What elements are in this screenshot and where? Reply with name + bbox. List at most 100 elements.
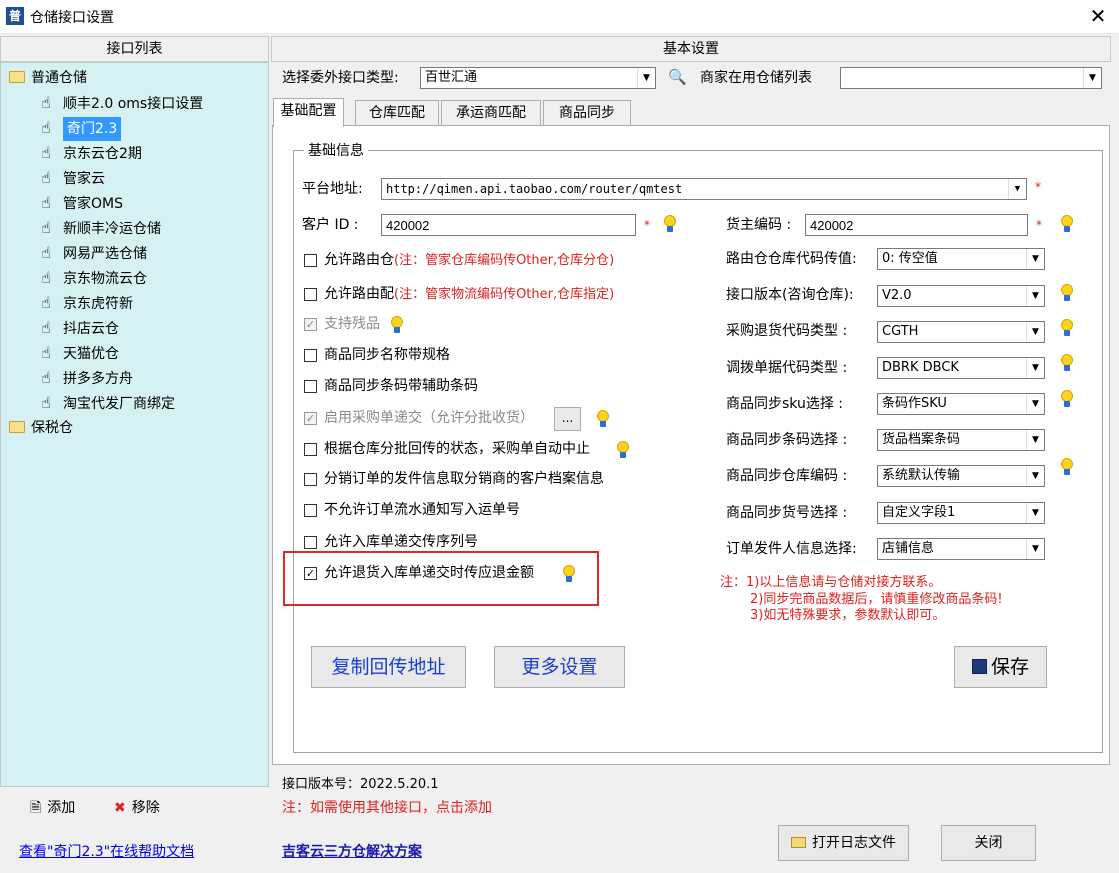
interface-type-select[interactable]: 百世汇通 ▼ — [420, 67, 656, 89]
tree-item-sf-cold[interactable]: ☝ 新顺丰冷运仓储 — [37, 216, 161, 240]
purchase-return-select[interactable]: CGTH ▼ — [877, 321, 1045, 343]
add-label: 添加 — [47, 800, 76, 816]
note-line-2: 2)同步完商品数据后，请慎重修改商品条码! — [750, 592, 1003, 607]
inbound-serial-label: 允许入库单递交传序列号 — [324, 534, 478, 550]
allow-route-warehouse-checkbox[interactable] — [304, 254, 317, 267]
interface-tree[interactable]: 普通仓储 ☝ 顺丰2.0 oms接口设置 ☝ 奇门2.3 ☝ 京东云仓2期 ☝ 管家云 … — [0, 62, 269, 787]
no-waybill-label: 不允许订单流水通知写入运单号 — [324, 502, 520, 518]
tree-label: 网易严选仓储 — [63, 246, 147, 262]
search-icon[interactable]: 🔍 — [668, 68, 688, 88]
check-label: 允许路由配 — [324, 286, 394, 302]
document-icon: 🗎 — [30, 800, 42, 816]
remove-button[interactable]: ✖ 移除 — [114, 798, 160, 818]
tree-folder-normal[interactable]: 普通仓储 — [9, 66, 87, 90]
sync-warehouse-select[interactable]: 系统默认传输 ▼ — [877, 465, 1045, 487]
lightbulb-icon[interactable] — [1061, 354, 1073, 372]
tree-folder-bonded[interactable]: 保税仓 — [9, 416, 73, 440]
hand-icon: ☝ — [41, 293, 51, 312]
sku-select-label: 商品同步sku选择 : — [726, 396, 844, 412]
barcode-select[interactable]: 货品档案条码 ▼ — [877, 429, 1045, 451]
auto-stop-purchase-label: 根据仓库分批回传的状态，采购单自动中止 — [324, 441, 590, 457]
lightbulb-icon[interactable] — [1061, 319, 1073, 337]
sync-name-spec-label: 商品同步名称带规格 — [324, 347, 450, 363]
required-mark: * — [1035, 180, 1041, 194]
owner-code-label: 货主编码 : — [726, 217, 792, 233]
lightbulb-icon[interactable] — [1061, 458, 1073, 476]
tree-item-sf[interactable]: ☝ 顺丰2.0 oms接口设置 — [37, 91, 203, 115]
hand-icon: ☝ — [41, 318, 51, 337]
lightbulb-icon[interactable] — [597, 410, 609, 428]
lightbulb-icon[interactable] — [1061, 215, 1073, 233]
chevron-down-icon: ▼ — [637, 68, 655, 88]
sender-info-value: 店铺信息 — [882, 541, 935, 556]
item-no-select[interactable]: 自定义字段1 ▼ — [877, 502, 1045, 524]
tab-warehouse-match[interactable]: 仓库匹配 — [355, 100, 439, 126]
lightbulb-icon[interactable] — [617, 441, 629, 459]
hand-icon: ☝ — [41, 118, 51, 137]
platform-address-value: http://qimen.api.taobao.com/router/qmtes… — [386, 182, 683, 196]
folder-icon — [9, 71, 25, 83]
sku-select[interactable]: 条码作SKU ▼ — [877, 393, 1045, 415]
item-no-value: 自定义字段1 — [882, 505, 956, 520]
group-title: 基础信息 — [304, 140, 368, 160]
tree-item-guanjia-cloud[interactable]: ☝ 管家云 — [37, 166, 105, 190]
help-doc-link[interactable]: 查看"奇门2.3"在线帮助文档 — [19, 841, 194, 861]
tab-basic-config[interactable]: 基础配置 — [273, 98, 344, 127]
more-settings-button[interactable]: 更多设置 — [494, 646, 625, 688]
lightbulb-icon[interactable] — [391, 316, 403, 334]
tree-item-jd-hufu[interactable]: ☝ 京东虎符新 — [37, 291, 133, 315]
auto-stop-purchase-checkbox[interactable] — [304, 443, 317, 456]
open-log-button[interactable]: 打开日志文件 — [778, 825, 909, 861]
app-icon: 普 — [6, 7, 24, 25]
customer-id-input[interactable] — [381, 214, 636, 236]
hand-icon: ☝ — [41, 218, 51, 237]
tree-item-qimen[interactable]: ☝ 奇门2.3 — [37, 116, 122, 141]
no-waybill-checkbox[interactable] — [304, 504, 317, 517]
close-button[interactable]: 关闭 — [941, 825, 1036, 861]
lightbulb-icon[interactable] — [1061, 390, 1073, 408]
lightbulb-icon[interactable] — [1061, 284, 1073, 302]
allow-route-carrier-checkbox[interactable] — [304, 288, 317, 301]
lightbulb-icon[interactable] — [664, 215, 676, 233]
tab-carrier-match[interactable]: 承运商匹配 — [441, 100, 541, 126]
sync-warehouse-value: 系统默认传输 — [882, 468, 961, 483]
api-version-select[interactable]: V2.0 ▼ — [877, 285, 1045, 307]
transfer-code-select[interactable]: DBRK DBCK ▼ — [877, 357, 1045, 379]
tab-product-sync[interactable]: 商品同步 — [543, 100, 631, 126]
copy-callback-url-button[interactable]: 复制回传地址 — [311, 646, 466, 688]
route-code-select[interactable]: 0: 传空值 ▼ — [877, 248, 1045, 270]
warehouse-list-select[interactable]: ▼ — [840, 67, 1102, 89]
sync-aux-barcode-checkbox[interactable] — [304, 380, 317, 393]
close-window-button[interactable]: ✕ — [1086, 4, 1110, 28]
inbound-serial-checkbox[interactable] — [304, 536, 317, 549]
allow-route-warehouse-label: 允许路由仓(注：管家仓库编码传Other,仓库分仓) — [324, 250, 614, 271]
owner-code-input[interactable] — [805, 214, 1028, 236]
interface-type-value: 百世汇通 — [425, 70, 478, 85]
tree-item-douyin[interactable]: ☝ 抖店云仓 — [37, 316, 119, 340]
ellipsis-button[interactable]: ... — [554, 407, 581, 431]
chevron-down-icon: ▼ — [1026, 539, 1044, 559]
tree-item-jd-logistics[interactable]: ☝ 京东物流云仓 — [37, 266, 147, 290]
add-button[interactable]: 🗎 添加 — [30, 798, 75, 818]
purchase-submit-label: 启用采购单递交（允许分批收货） — [324, 410, 534, 426]
tree-item-pdd[interactable]: ☝ 拼多多方舟 — [37, 366, 133, 390]
purchase-submit-checkbox[interactable]: ✓ — [304, 412, 317, 425]
tree-item-jd-cloud[interactable]: ☝ 京东云仓2期 — [37, 141, 142, 165]
tree-item-tmall[interactable]: ☝ 天猫优仓 — [37, 341, 119, 365]
warehouse-list-label: 商家在用仓储列表 — [700, 70, 812, 86]
solution-link[interactable]: 吉客云三方仓解决方案 — [282, 841, 422, 861]
chevron-down-icon: ▼ — [1026, 466, 1044, 486]
support-defective-checkbox[interactable]: ✓ — [304, 318, 317, 331]
route-code-label: 路由仓仓库代码传值: — [726, 251, 857, 267]
required-mark: * — [644, 218, 650, 232]
save-button[interactable]: 保存 — [954, 646, 1047, 688]
sender-info-select[interactable]: 店铺信息 ▼ — [877, 538, 1045, 560]
tree-item-netease[interactable]: ☝ 网易严选仓储 — [37, 241, 147, 265]
sync-name-spec-checkbox[interactable] — [304, 349, 317, 362]
tree-label: 抖店云仓 — [63, 321, 119, 337]
purchase-return-label: 采购退货代码类型 : — [726, 323, 848, 339]
tree-item-guanjia-oms[interactable]: ☝ 管家OMS — [37, 191, 123, 215]
tree-item-taobao[interactable]: ☝ 淘宝代发厂商绑定 — [37, 391, 175, 415]
distributor-sender-checkbox[interactable] — [304, 473, 317, 486]
platform-address-select[interactable]: http://qimen.api.taobao.com/router/qmtes… — [381, 178, 1027, 200]
